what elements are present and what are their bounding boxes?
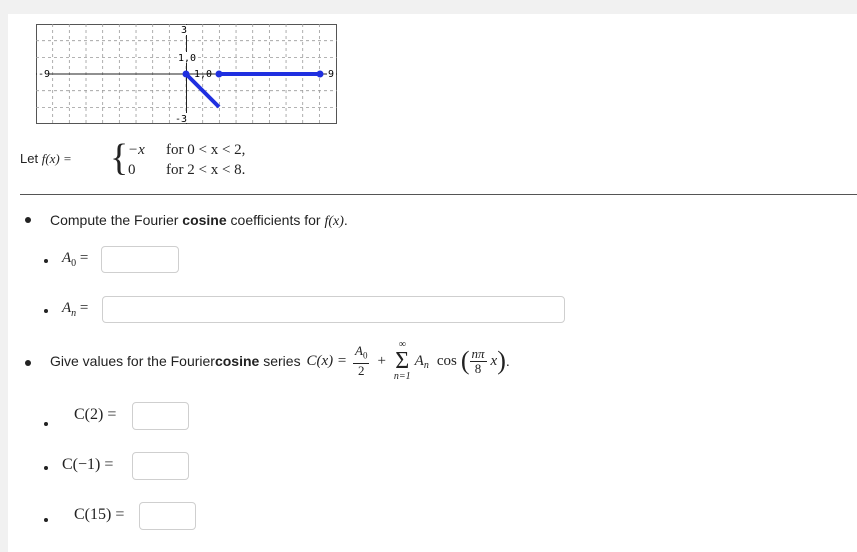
equals-sign: =: [79, 300, 89, 316]
case2-condition: for 2 < x < 8.: [166, 162, 246, 178]
bullet: [44, 259, 48, 263]
cos-argument: nπ 8: [469, 345, 487, 376]
bullet: [25, 217, 31, 223]
frac-num-sub: 0: [362, 350, 368, 361]
q1-text: Compute the Fourier: [50, 212, 183, 228]
right-paren: ): [497, 346, 506, 375]
a0-subscript: 0: [71, 258, 77, 269]
q1-prompt: Compute the Fourier cosine coefficients …: [50, 212, 348, 230]
series-name: C(x) =: [306, 352, 347, 369]
case2-expr: 0: [128, 162, 136, 178]
cm1-input[interactable]: [132, 452, 189, 480]
y-max-label: 3: [181, 25, 187, 36]
series-an-sub: n: [423, 359, 429, 371]
a0-input[interactable]: [101, 246, 179, 273]
case-brace: {: [110, 137, 129, 179]
bullet: [44, 518, 48, 522]
q2-period: .: [505, 353, 510, 369]
frac-den: 2: [357, 362, 365, 378]
a0-symbol: A: [62, 250, 72, 266]
q1-text-after: coefficients for: [226, 212, 325, 228]
frac-num: A: [354, 343, 363, 359]
a0-over-2: A0 2: [352, 343, 370, 378]
case-expressions: −x 0: [128, 140, 145, 180]
bullet: [25, 360, 31, 366]
endpoint-dot: [316, 70, 324, 78]
left-paren: (: [460, 346, 470, 375]
series-an: A: [414, 352, 424, 369]
q2-bold: cosine: [214, 353, 260, 369]
cos-function: cos: [436, 352, 457, 369]
y-min-label: -3: [175, 114, 187, 125]
q2-text-after: series: [259, 353, 305, 369]
summation: ∞ Σ n=1: [394, 340, 411, 382]
an-subscript: n: [71, 308, 77, 319]
arg-den: 8: [474, 360, 482, 376]
q1-bold: cosine: [182, 212, 227, 228]
let-word: Let: [20, 151, 39, 166]
case1-condition: for 0 < x < 2,: [166, 142, 246, 158]
a0-label: A0 =: [62, 250, 88, 269]
function-graph: -9 9 3 -3 1,0 1,0: [36, 24, 337, 125]
sigma-icon: Σ: [395, 348, 410, 374]
c2-input[interactable]: [132, 402, 189, 430]
sum-lower: n=1: [393, 371, 411, 382]
equals-sign: =: [79, 250, 89, 266]
q2-text: Give values for the Fourier: [50, 353, 215, 369]
case-conditions: for 0 < x < 2, for 2 < x < 8.: [166, 140, 245, 180]
c15-label: C(15) =: [74, 506, 125, 523]
plus-sign: +: [377, 352, 386, 369]
an-input[interactable]: [102, 296, 565, 323]
bullet: [44, 309, 48, 313]
arg-x: x: [490, 352, 498, 369]
q2-prompt: Give values for the Fourier cosine serie…: [50, 338, 510, 384]
divider: [20, 194, 857, 195]
let-label: Let f(x) =: [20, 151, 72, 167]
x-min-label: -9: [38, 69, 50, 80]
cm1-label: C(−1) =: [62, 456, 114, 473]
function-name: f(x) =: [41, 151, 72, 166]
arg-num: nπ: [469, 345, 487, 362]
q1-fx: f(x): [324, 214, 344, 229]
endpoint-dot: [182, 70, 190, 78]
x-max-label: 9: [328, 69, 334, 80]
function-definition: Let f(x) = { −x 0 for 0 < x < 2, for 2 <…: [20, 137, 340, 182]
c2-label: C(2) =: [74, 406, 117, 423]
bullet: [44, 466, 48, 470]
endpoint-dot: [215, 70, 223, 78]
q1-period: .: [343, 212, 348, 228]
case1-expr: −x: [128, 142, 145, 158]
tick-label: 1,0: [194, 69, 212, 80]
bullet: [44, 422, 48, 426]
c15-input[interactable]: [139, 502, 196, 530]
an-label: An =: [62, 300, 88, 319]
an-symbol: A: [62, 300, 72, 316]
tick-label: 1,0: [178, 53, 196, 64]
